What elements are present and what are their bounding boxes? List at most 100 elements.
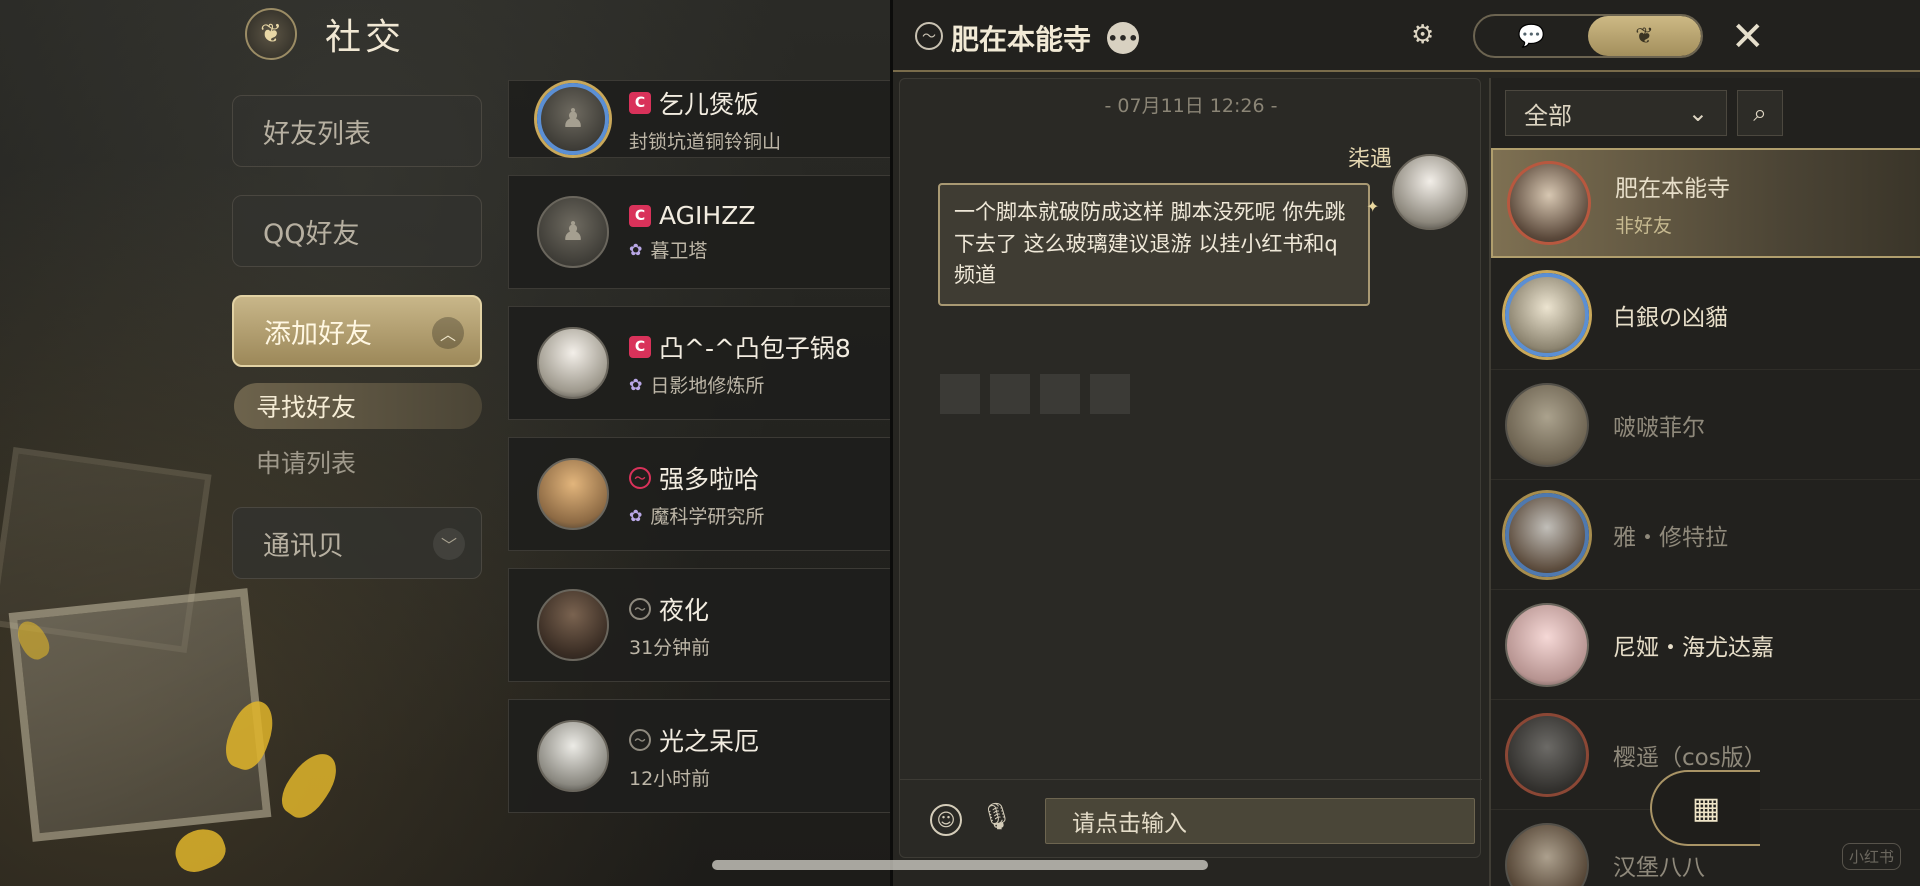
search-icon[interactable]: ⌕ — [1737, 90, 1783, 136]
online-status-icon: C — [629, 91, 651, 114]
away-status-icon: 〜 — [915, 22, 943, 50]
decorative-photo — [8, 588, 272, 842]
avatar — [1505, 602, 1589, 687]
friend-name: 乞儿煲饭 — [659, 89, 760, 119]
recent-contacts: 全部 ⌄ ⌕ 肥在本能寺 非好友 白銀の凶貓 啵啵菲尔 雅・修特拉 尼娅・海尤达… — [1489, 78, 1920, 886]
contact-name: 雅・修特拉 — [1613, 524, 1728, 551]
home-indicator[interactable] — [712, 860, 1208, 870]
contact-name: 白銀の凶貓 — [1613, 304, 1728, 331]
grid-icon: ▦ — [1691, 790, 1721, 826]
friend-name: 凸^-^凸包子锅8 — [659, 333, 851, 363]
contact-filter: 全部 ⌄ ⌕ — [1505, 90, 1783, 136]
world-icon: ✿ — [629, 240, 643, 259]
online-status-icon: C — [629, 335, 651, 358]
filter-label: 全部 — [1524, 101, 1572, 130]
gear-icon[interactable]: ⚙ — [1411, 20, 1434, 50]
chat-target-name: 肥在本能寺 — [951, 23, 1092, 56]
avatar — [1505, 272, 1589, 357]
online-status-icon: C — [629, 204, 651, 227]
friend-name: 夜化 — [659, 595, 710, 625]
friend-name: 强多啦哈 — [659, 464, 760, 494]
chat-input-bar: ☺ 🎙 请点击输入 — [900, 779, 1482, 859]
avatar — [1507, 161, 1591, 245]
contact-name: 肥在本能寺 — [1615, 175, 1730, 202]
contact-name: 啵啵菲尔 — [1613, 414, 1705, 441]
chat-timestamp: - 07月11日 12:26 - — [1104, 95, 1278, 117]
avatar — [1505, 492, 1589, 577]
friend-world: 暮卫塔 — [650, 240, 708, 262]
background-watermark — [940, 369, 1460, 419]
message-bubble[interactable]: 一个脚本就破防成这样 脚本没死呢 你先跳下去了 这么玻璃建议退游 以挂小红书和q… — [938, 183, 1370, 306]
watermark: 小红书 — [1842, 843, 1902, 870]
away-status-icon: 〜 — [629, 466, 651, 489]
friend-row[interactable]: 〜 夜化 31分钟前 — [508, 568, 890, 682]
contact-item[interactable]: 雅・修特拉 — [1491, 480, 1920, 590]
chat-messages[interactable]: - 07月11日 12:26 - 柒遇 一个脚本就破防成这样 脚本没死呢 你先跳… — [899, 78, 1482, 859]
nav-request-list[interactable]: 申请列表 — [234, 439, 482, 485]
world-icon: ✿ — [629, 374, 643, 394]
avatar — [537, 589, 609, 661]
avatar[interactable] — [1392, 154, 1468, 230]
avatar — [1505, 712, 1589, 797]
world-icon: ✿ — [629, 505, 643, 525]
voice-icon[interactable]: 🎙 — [980, 802, 1013, 832]
avatar: ♟ — [537, 83, 609, 155]
contact-item[interactable]: 尼娅・海尤达嘉 — [1491, 590, 1920, 700]
friend-location: 封锁坑道铜铃铜山 — [629, 130, 782, 153]
offline-status-icon: 〜 — [629, 597, 651, 620]
filter-select[interactable]: 全部 ⌄ — [1505, 90, 1727, 136]
more-options-icon[interactable]: ••• — [1107, 22, 1139, 54]
friend-row[interactable]: 〜 光之呆厄 12小时前 — [508, 699, 890, 813]
moogle-emblem-icon[interactable]: ❦ — [1588, 16, 1701, 56]
friend-last-online: 12小时前 — [629, 767, 711, 790]
contact-item[interactable]: 肥在本能寺 非好友 — [1491, 148, 1920, 258]
message-sender: 柒遇 — [1347, 147, 1392, 172]
friend-name: 光之呆厄 — [659, 726, 760, 756]
nav-add-friend[interactable]: 添加好友 ︿ — [232, 295, 482, 367]
nav-find-friend[interactable]: 寻找好友 — [234, 383, 482, 429]
contact-name: 尼娅・海尤达嘉 — [1613, 634, 1774, 661]
avatar — [537, 327, 609, 399]
sparkle-icon: ✦ — [1366, 197, 1380, 216]
friend-row[interactable]: 〜 强多啦哈 ✿ 魔科学研究所 — [508, 437, 890, 551]
chat-input[interactable]: 请点击输入 — [1045, 798, 1475, 844]
social-nav: 好友列表 QQ好友 添加好友 ︿ 寻找好友 申请列表 通讯贝 ﹀ — [232, 95, 482, 607]
close-icon[interactable]: ✕ — [1731, 14, 1765, 60]
moogle-emblem-icon: ❦ — [245, 8, 297, 60]
friend-row[interactable]: ♟ C 乞儿煲饭 封锁坑道铜铃铜山 — [508, 80, 890, 158]
friend-last-online: 31分钟前 — [629, 636, 711, 659]
contact-name: 汉堡八八 — [1613, 854, 1705, 881]
avatar — [537, 458, 609, 530]
nav-qq-friends-label: QQ好友 — [263, 218, 360, 250]
nav-contacts[interactable]: 通讯贝 ﹀ — [232, 507, 482, 579]
contact-relation: 非好友 — [1615, 214, 1673, 237]
nav-add-friend-label: 添加好友 — [264, 318, 372, 350]
chevron-down-icon: ⌄ — [1687, 99, 1708, 127]
contact-item[interactable]: 白銀の凶貓 — [1491, 260, 1920, 370]
page-title: 社交 — [325, 17, 406, 58]
avatar — [1505, 382, 1589, 467]
friend-name: AGIHZZ — [659, 201, 756, 230]
avatar: ♟ — [537, 196, 609, 268]
quick-menu-button[interactable]: ▦ — [1650, 770, 1760, 846]
offline-status-icon: 〜 — [629, 728, 651, 751]
nav-find-friend-label: 寻找好友 — [256, 393, 357, 422]
nav-friend-list[interactable]: 好友列表 — [232, 95, 482, 167]
chevron-up-icon[interactable]: ︿ — [432, 317, 464, 349]
nav-request-list-label: 申请列表 — [256, 449, 357, 478]
chevron-down-icon[interactable]: ﹀ — [433, 528, 465, 560]
social-header: ❦ 社交 — [245, 8, 405, 60]
emoji-icon[interactable]: ☺ — [930, 804, 962, 836]
friend-row[interactable]: C 凸^-^凸包子锅8 ✿ 日影地修炼所 — [508, 306, 890, 420]
avatar — [1505, 822, 1589, 886]
chat-mode-tabs: 💬 ❦ — [1473, 14, 1703, 58]
nav-friend-list-label: 好友列表 — [263, 118, 371, 150]
chat-bubble-icon[interactable]: 💬 — [1475, 16, 1588, 56]
friend-row[interactable]: ♟ C AGIHZZ ✿ 暮卫塔 — [508, 175, 890, 289]
nav-qq-friends[interactable]: QQ好友 — [232, 195, 482, 267]
contact-item[interactable]: 啵啵菲尔 — [1491, 370, 1920, 480]
contact-name: 樱遥（cos版） — [1613, 744, 1767, 771]
friend-world: 魔科学研究所 — [650, 505, 765, 528]
nav-contacts-label: 通讯贝 — [263, 530, 344, 562]
chat-header: 〜 肥在本能寺 ••• ⚙ 💬 ❦ ✕ — [893, 0, 1920, 72]
